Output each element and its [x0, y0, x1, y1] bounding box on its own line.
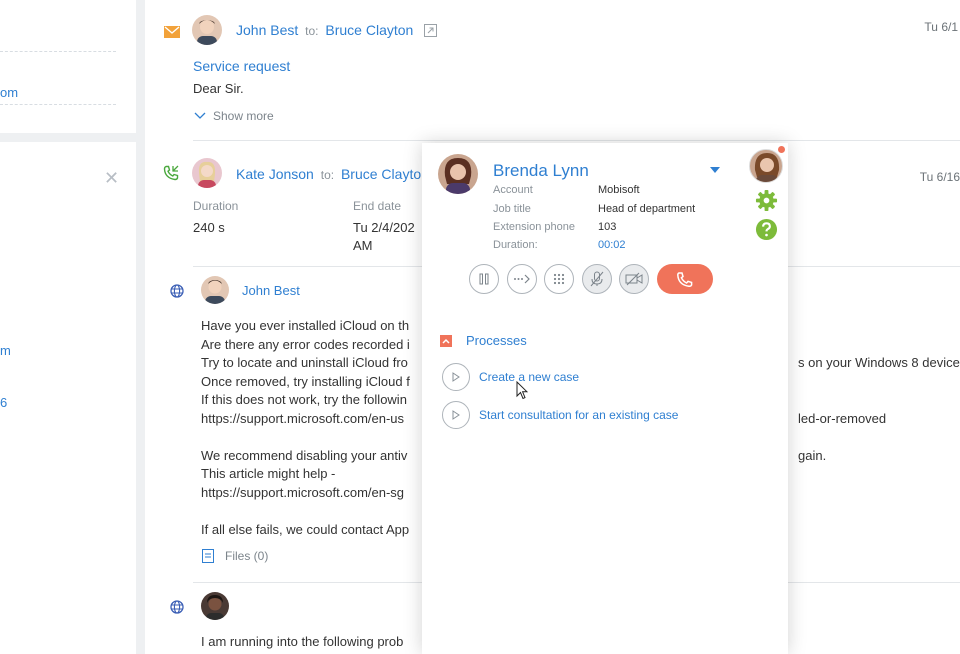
- left-link-3[interactable]: 6: [0, 395, 7, 410]
- hold-button[interactable]: [469, 264, 499, 294]
- field-value-job-title: Head of department: [598, 203, 696, 215]
- avatar: [192, 158, 222, 188]
- video-off-icon: [625, 272, 643, 286]
- end-date-label: End date: [353, 199, 402, 213]
- end-date-value: Tu 2/4/202: [353, 220, 415, 235]
- contact-avatar: [438, 154, 478, 194]
- globe-icon: [170, 600, 184, 614]
- message-line: If this does not work, try the followin: [201, 392, 407, 407]
- microphone-off-icon: [590, 271, 604, 287]
- files-count: Files (0): [225, 549, 269, 563]
- end-date-time: AM: [353, 238, 373, 253]
- left-card-top: om: [0, 0, 136, 133]
- caller-name[interactable]: Kate Jonson: [236, 166, 314, 182]
- close-icon[interactable]: ✕: [104, 168, 119, 189]
- dialpad-icon: [553, 273, 565, 285]
- message-line: If all else fails, we could contact App: [201, 522, 410, 537]
- divider: [0, 104, 116, 105]
- left-column: om ✕ m 6: [0, 0, 136, 654]
- field-value-account: Mobisoft: [598, 184, 640, 196]
- message-line-tail: gain.: [798, 448, 827, 463]
- duration-label: Duration: [193, 199, 239, 213]
- notification-dot: [778, 146, 785, 153]
- email-preview: Dear Sir.: [193, 81, 244, 96]
- avatar: [201, 592, 229, 620]
- field-label: Account: [493, 184, 533, 196]
- avatar: [201, 276, 229, 304]
- process-start-consultation[interactable]: Start consultation for an existing case: [442, 401, 678, 429]
- play-icon[interactable]: [442, 401, 470, 429]
- message-line-tail: s on your Windows 8 device.: [798, 355, 960, 370]
- message-line: Have you ever installed iCloud on th: [201, 318, 410, 333]
- mouse-cursor-icon: [516, 381, 528, 400]
- contact-name[interactable]: Brenda Lynn: [493, 161, 589, 181]
- support-link[interactable]: https://support.microsoft.com/en-us: [201, 410, 404, 429]
- files-attachment[interactable]: Files (0): [202, 549, 268, 563]
- callee-name[interactable]: Bruce Clayto: [341, 166, 421, 182]
- show-more-label: Show more: [213, 109, 274, 123]
- chevron-down-icon[interactable]: [710, 167, 720, 173]
- video-button[interactable]: [619, 264, 649, 294]
- collapse-icon[interactable]: [440, 335, 452, 347]
- message-line: I am running into the following prob: [201, 634, 404, 649]
- to-label: to:: [305, 24, 319, 38]
- email-icon: [164, 26, 180, 38]
- transfer-icon: [514, 274, 530, 284]
- globe-icon: [170, 284, 184, 298]
- help-icon[interactable]: [755, 218, 778, 241]
- field-value-extension: 103: [598, 221, 617, 233]
- chevron-down-icon: [194, 112, 206, 119]
- process-label[interactable]: Start consultation for an existing case: [479, 408, 678, 422]
- user-avatar[interactable]: [749, 149, 783, 183]
- call-panel: Brenda Lynn Account Mobisoft Job title H…: [422, 143, 788, 654]
- hang-up-button[interactable]: [657, 264, 713, 294]
- support-link-tail[interactable]: led-or-removed: [798, 410, 886, 429]
- processes-title: Processes: [466, 333, 527, 348]
- message-line: We recommend disabling your antiv: [201, 448, 408, 463]
- field-label: Extension phone: [493, 221, 575, 233]
- avatar: [192, 15, 222, 45]
- play-icon[interactable]: [442, 363, 470, 391]
- message-line: Try to locate and uninstall iCloud fro: [201, 355, 408, 370]
- sender-name[interactable]: John Best: [236, 22, 298, 38]
- email-subject[interactable]: Service request: [193, 58, 290, 74]
- author-name[interactable]: John Best: [242, 283, 300, 298]
- message-line: Are there any error codes recorded i: [201, 337, 410, 352]
- field-label: Job title: [493, 203, 531, 215]
- file-icon: [202, 549, 214, 563]
- left-link-2[interactable]: m: [0, 343, 11, 358]
- activity-date: Tu 6/1: [924, 20, 958, 34]
- left-card-bottom: [0, 142, 136, 654]
- message-line: This article might help -: [201, 466, 336, 481]
- transfer-button[interactable]: [507, 264, 537, 294]
- dialpad-button[interactable]: [544, 264, 574, 294]
- show-more-button[interactable]: Show more: [194, 109, 274, 123]
- phone-icon: [677, 272, 693, 287]
- duration-value: 240 s: [193, 220, 225, 235]
- divider: [193, 140, 960, 141]
- incoming-call-icon: [163, 165, 179, 181]
- field-label: Duration:: [493, 239, 538, 251]
- left-link-1[interactable]: om: [0, 85, 18, 100]
- divider: [0, 51, 116, 52]
- support-link[interactable]: https://support.microsoft.com/en-sg: [201, 484, 404, 503]
- process-label[interactable]: Create a new case: [479, 370, 579, 384]
- to-label: to:: [320, 168, 335, 182]
- recipient-name[interactable]: Bruce Clayton: [325, 22, 413, 38]
- mute-button[interactable]: [582, 264, 612, 294]
- pause-icon: [479, 273, 489, 285]
- process-create-case[interactable]: Create a new case: [442, 363, 579, 391]
- gear-icon[interactable]: [755, 189, 778, 212]
- call-timer: 00:02: [598, 239, 626, 251]
- activity-date: Tu 6/16: [919, 170, 960, 184]
- message-line: Once removed, try installing iCloud f: [201, 374, 410, 389]
- open-external-icon[interactable]: [424, 24, 438, 37]
